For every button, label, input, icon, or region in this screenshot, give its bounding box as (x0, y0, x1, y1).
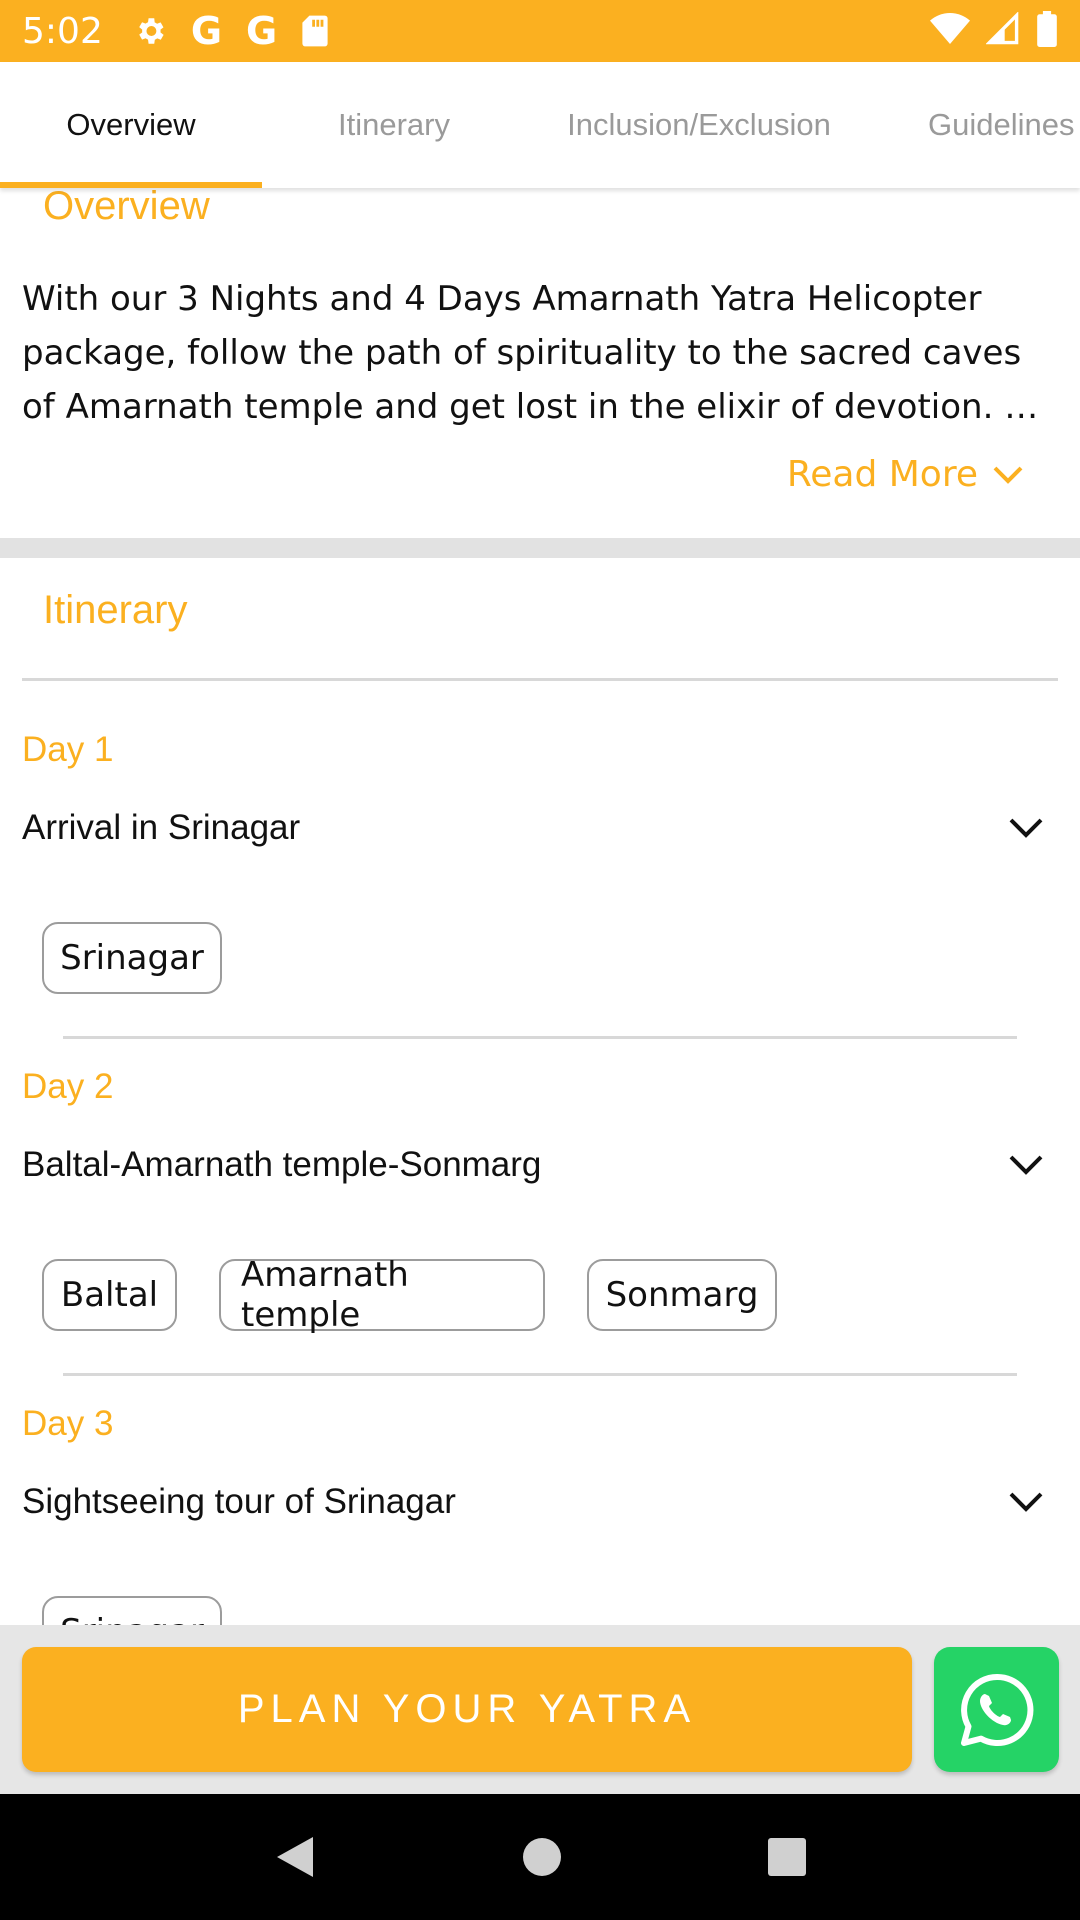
whatsapp-icon (960, 1673, 1033, 1746)
plan-your-yatra-button[interactable]: PLAN YOUR YATRA (22, 1647, 912, 1772)
divider (63, 1036, 1017, 1039)
app-screen: 5:02 G G Overview Itinerary Inclusion/Ex… (0, 0, 1080, 1920)
place-chip[interactable]: Amarnath temple (219, 1255, 545, 1335)
sd-card-icon (301, 14, 329, 48)
chevron-down-icon[interactable] (1008, 1490, 1044, 1514)
google-g-icon: G (190, 9, 223, 53)
chevron-down-icon[interactable] (1008, 1153, 1044, 1177)
whatsapp-button[interactable] (934, 1647, 1059, 1772)
day-title[interactable]: Baltal-Amarnath temple-Sonmarg (22, 1145, 541, 1185)
place-chip[interactable]: Sonmarg (587, 1259, 777, 1331)
tab-guidelines[interactable]: Guidelines (872, 62, 1080, 188)
place-chip[interactable]: Srinagar (42, 922, 222, 994)
status-bar: 5:02 G G (0, 0, 1080, 62)
status-time: 5:02 (22, 10, 103, 52)
chevron-down-icon[interactable] (1008, 816, 1044, 840)
read-more-label: Read More (786, 454, 978, 495)
place-chip[interactable]: Baltal (42, 1259, 177, 1331)
tab-itinerary[interactable]: Itinerary (262, 62, 526, 188)
cellular-signal-icon (985, 10, 1020, 51)
recents-icon[interactable] (767, 1837, 807, 1877)
back-icon[interactable] (273, 1833, 317, 1881)
tab-inclusion-exclusion[interactable]: Inclusion/Exclusion (526, 62, 872, 188)
gear-icon (133, 14, 167, 48)
battery-icon (1036, 10, 1058, 52)
itinerary-heading: Itinerary (43, 588, 188, 632)
status-right-icons (930, 10, 1058, 52)
chevron-down-icon (993, 466, 1023, 484)
overview-heading: Overview (43, 184, 210, 228)
day-label: Day 3 (22, 1404, 114, 1443)
section-separator (0, 538, 1080, 558)
system-nav-bar (0, 1794, 1080, 1920)
overview-text: With our 3 Nights and 4 Days Amarnath Ya… (22, 279, 1039, 427)
tab-bar: Overview Itinerary Inclusion/Exclusion G… (0, 62, 1080, 188)
google-g-icon: G (246, 9, 278, 53)
divider (63, 1373, 1017, 1376)
day-label: Day 2 (22, 1067, 114, 1106)
divider (22, 678, 1058, 681)
wifi-icon (930, 12, 970, 51)
day-title[interactable]: Sightseeing tour of Srinagar (22, 1482, 456, 1522)
day-label: Day 1 (22, 730, 114, 769)
day-title[interactable]: Arrival in Srinagar (22, 808, 300, 848)
read-more-link[interactable]: Read More (787, 454, 1024, 495)
home-icon[interactable] (522, 1837, 562, 1877)
tab-overview[interactable]: Overview (0, 62, 262, 188)
